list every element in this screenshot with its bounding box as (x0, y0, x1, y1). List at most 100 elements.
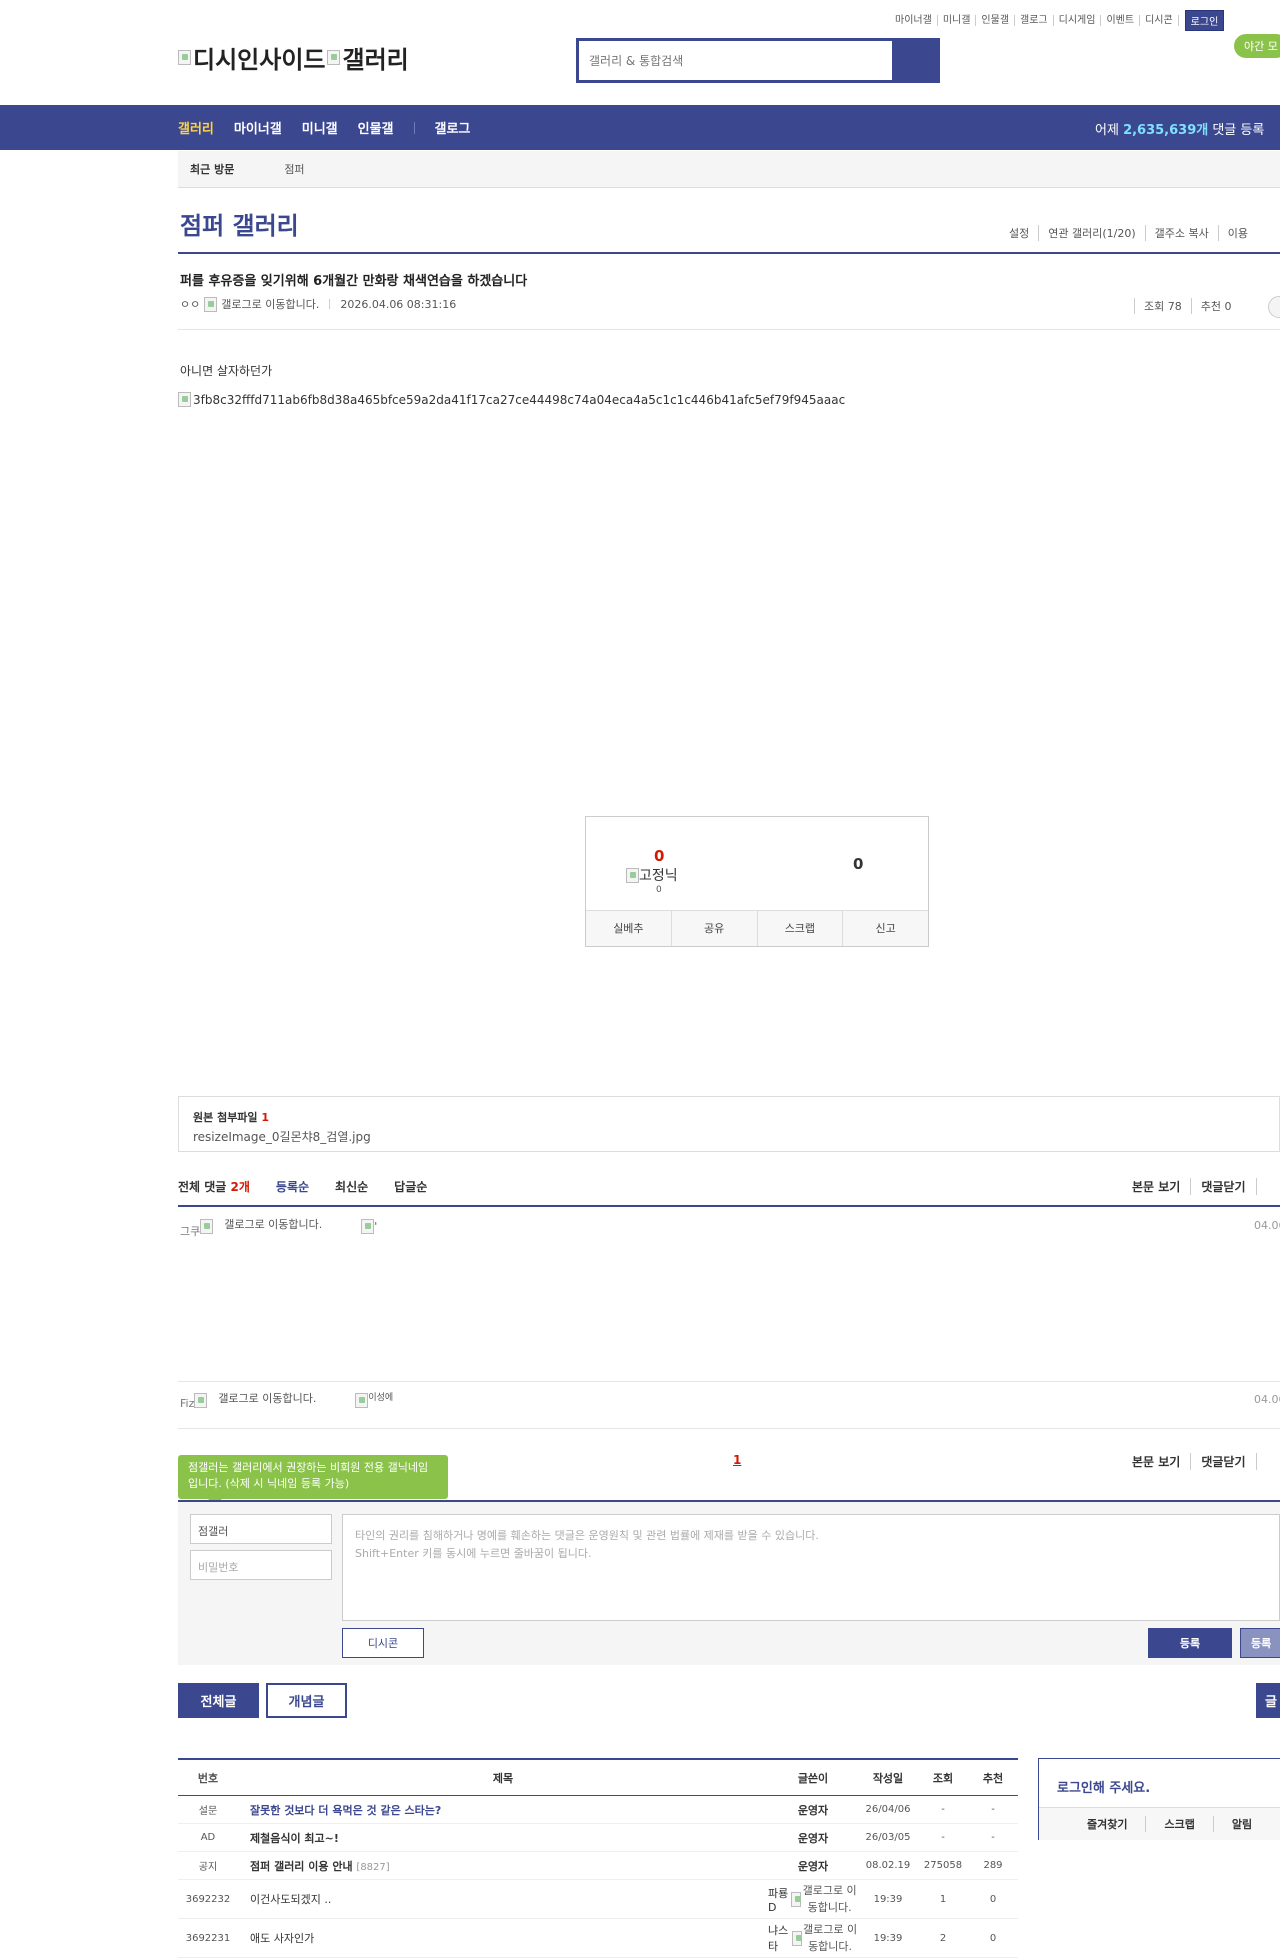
view-body-button[interactable]: 본문 보기 (1122, 1178, 1190, 1195)
post-image[interactable]: 3fb8c32fffd711ab6fb8d38a465bfce59a2da41f… (178, 392, 845, 407)
login-button[interactable]: 로그인 (1184, 10, 1225, 31)
gallog-icon[interactable] (791, 1930, 803, 1946)
textarea-guide-1: 타인의 권리를 침해하거나 명예를 훼손하는 댓글은 운영원칙 및 관련 법률에… (355, 1529, 819, 1542)
row-writer[interactable]: 운영자 (768, 1858, 858, 1874)
submit-comment-button[interactable]: 등록 (1148, 1628, 1232, 1658)
util-link-person[interactable]: 인물갤 (976, 15, 1016, 26)
site-logo[interactable]: 디시인사이드 갤러리 (178, 40, 409, 75)
broken-image-icon (626, 867, 639, 883)
nav-person[interactable]: 인물갤 (358, 118, 394, 137)
row-gallog-alt[interactable]: 갤로그로 이동합니다. (802, 1921, 858, 1955)
row-writer-nick[interactable]: 파룡D (768, 1885, 791, 1914)
util-link-game[interactable]: 디시게임 (1054, 15, 1102, 26)
search-box (576, 38, 940, 83)
close-comments-button[interactable]: 댓글닫기 (1190, 1453, 1255, 1470)
list-row[interactable]: 3692232 이건사도되겠지 .. 파룡D 갤로그로 이동합니다. 19:39 … (178, 1880, 1018, 1919)
comment-date: 04.06 (1254, 1219, 1280, 1232)
search-button[interactable] (892, 41, 937, 80)
share-button[interactable]: 공유 (670, 911, 757, 946)
comment-page-current[interactable]: 1 (733, 1453, 741, 1467)
comment-nick[interactable]: Fiz (180, 1397, 194, 1410)
favorites-link[interactable]: 즐겨찾기 (1039, 1816, 1145, 1832)
stat-prefix: 어제 (1095, 123, 1124, 138)
comment-nick[interactable]: 그쿠 (180, 1223, 200, 1239)
night-mode-button[interactable]: 야간 모 (1234, 34, 1280, 58)
password-field[interactable]: 비밀번호 (190, 1550, 332, 1580)
util-link-event[interactable]: 이벤트 (1101, 15, 1141, 26)
row-title-text[interactable]: 점퍼 갤러리 이용 안내 (250, 1860, 353, 1873)
util-link-gallog[interactable]: 갤로그 (1015, 15, 1054, 26)
row-writer[interactable]: 냐스타 갤로그로 이동합니다. (768, 1921, 858, 1955)
recent-visit-title: 최근 방문 (190, 163, 235, 176)
comment-gallog-alt[interactable]: 갤로그로 이동합니다. (207, 1393, 327, 1405)
row-date: 26/04/06 (865, 1804, 911, 1815)
post-date: 2026.04.06 08:31:16 (340, 297, 457, 311)
row-gallog-alt[interactable]: 갤로그로 이동합니다. (801, 1882, 858, 1916)
list-row[interactable]: 공지 점퍼 갤러리 이용 안내 [8827] 운영자 08.02.19 2750… (178, 1852, 1018, 1880)
row-title[interactable]: 잘못한 것보다 더 욕먹은 것 같은 스타는? (238, 1802, 768, 1818)
post-image-alt: 3fb8c32fffd711ab6fb8d38a465bfce59a2da41f… (193, 392, 846, 407)
post-counts: 조회 78 추천 0 (1134, 298, 1240, 314)
submit-reply-button[interactable]: 등록 (1240, 1628, 1280, 1658)
row-writer[interactable]: 운영자 (768, 1802, 858, 1818)
logo-text: 디시인사이드 (193, 46, 326, 74)
option-usage[interactable]: 이용 (1217, 225, 1257, 241)
list-row[interactable]: 3692231 애도 사자인가 냐스타 갤로그로 이동합니다. 19:39 2 0 (178, 1919, 1018, 1958)
gallery-title[interactable]: 점퍼 갤러리 (180, 206, 299, 241)
gallog-icon[interactable] (194, 1393, 208, 1408)
best-recommend-button[interactable]: 실베추 (586, 911, 671, 946)
row-writer[interactable]: 운영자 (768, 1830, 858, 1846)
upvote-count: 0 (654, 847, 665, 865)
close-comments-button[interactable]: 댓글닫기 (1190, 1178, 1255, 1195)
option-related[interactable]: 연관 갤러리(1/20) (1038, 225, 1144, 241)
notification-link[interactable]: 알림 (1212, 1816, 1270, 1832)
attachment-file-link[interactable]: resizeImage_0길몬챠8_검열.jpg (193, 1128, 371, 1145)
comment-textarea[interactable]: 타인의 권리를 침해하거나 명예를 훼손하는 댓글은 운영원칙 및 관련 법률에… (342, 1514, 1280, 1621)
search-input[interactable] (579, 41, 892, 80)
scrap-button[interactable]: 스크랩 (756, 911, 843, 946)
nav-mini[interactable]: 미니갤 (302, 118, 338, 137)
nav-gallery[interactable]: 갤러리 (178, 118, 214, 137)
row-writer-nick[interactable]: 냐스타 (768, 1922, 792, 1954)
nav-gallog[interactable]: 갤로그 (435, 118, 471, 137)
list-row[interactable]: 설문 잘못한 것보다 더 욕먹은 것 같은 스타는? 운영자 26/04/06 … (178, 1796, 1018, 1824)
row-title[interactable]: 이건사도되겠지 .. (238, 1891, 768, 1907)
post-gallog-alt[interactable]: 갤로그로 이동합니다. (221, 296, 319, 312)
comment-action-more[interactable] (1255, 1453, 1277, 1470)
util-link-dccon[interactable]: 디시콘 (1140, 15, 1179, 26)
list-row[interactable]: AD 제철음식이 최고~! 운영자 26/03/05 - - (178, 1824, 1018, 1852)
option-settings[interactable]: 설정 (1000, 225, 1038, 241)
dccon-button[interactable]: 디시콘 (342, 1628, 424, 1658)
gallog-icon[interactable] (204, 296, 218, 312)
view-body-button[interactable]: 본문 보기 (1122, 1453, 1190, 1470)
row-reply-count: [8827] (356, 1861, 390, 1873)
report-button[interactable]: 신고 (842, 911, 928, 946)
login-prompt[interactable]: 로그인해 주세요. (1057, 1777, 1150, 1796)
post-author[interactable]: ㅇㅇ (180, 296, 200, 312)
sort-registered[interactable]: 등록순 (276, 1178, 309, 1195)
sort-latest[interactable]: 최신순 (335, 1178, 368, 1195)
post-menu-button[interactable] (1268, 296, 1280, 318)
fixed-nick-upvote[interactable]: 고정닉 (626, 865, 678, 885)
row-title[interactable]: 애도 사자인가 (238, 1930, 768, 1946)
post-meta: ㅇㅇ 갤로그로 이동합니다. 2026.04.06 08:31:16 (180, 296, 456, 312)
nav-minor[interactable]: 마이너갤 (234, 118, 282, 137)
util-link-minor[interactable]: 마이너갤 (890, 15, 938, 26)
option-copy-url[interactable]: 갤주소 복사 (1144, 225, 1218, 241)
tab-all-posts[interactable]: 전체글 (178, 1683, 259, 1718)
tab-concept-posts[interactable]: 개념글 (266, 1683, 347, 1718)
comment-action-more[interactable] (1255, 1178, 1277, 1195)
util-link-mini[interactable]: 미니갤 (938, 15, 977, 26)
row-writer[interactable]: 파룡D 갤로그로 이동합니다. (768, 1882, 858, 1916)
row-title[interactable]: 점퍼 갤러리 이용 안내 [8827] (238, 1858, 768, 1874)
write-post-button[interactable]: 글 (1256, 1683, 1280, 1718)
gallog-icon[interactable] (790, 1891, 802, 1907)
row-title[interactable]: 제철음식이 최고~! (238, 1830, 768, 1846)
nickname-field[interactable]: 점갤러 (190, 1514, 332, 1544)
col-recommend: 추천 (982, 1771, 1004, 1785)
sort-replies[interactable]: 답글순 (394, 1178, 427, 1195)
recent-visit-gallery[interactable]: 점퍼 (284, 161, 304, 177)
comment-gallog-alt[interactable]: 갤로그로 이동합니다. (213, 1219, 333, 1231)
scrap-link[interactable]: 스크랩 (1145, 1816, 1212, 1832)
gallog-icon[interactable] (200, 1219, 214, 1234)
